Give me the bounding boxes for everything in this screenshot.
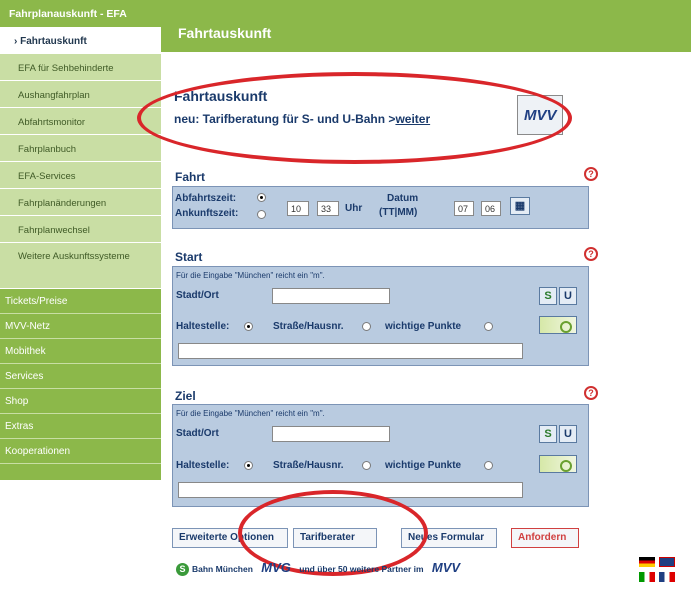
start-panel: Für die Eingabe "München" reicht ein "m"…	[172, 266, 589, 366]
sbahn-icon: S	[176, 563, 189, 576]
uhr-label: Uhr	[345, 203, 363, 214]
sidebar-item-weitere-auskunftssysteme[interactable]: Weitere Auskunftssysteme	[0, 243, 161, 289]
page-header: Fahrtauskunft	[161, 0, 691, 56]
ziel-help-icon[interactable]: ?	[584, 386, 598, 400]
departure-radio[interactable]	[257, 193, 266, 202]
page-title: Fahrtauskunft	[178, 25, 272, 41]
italian-flag-icon[interactable]	[639, 572, 655, 582]
start-poi-label: wichtige Punkte	[385, 321, 462, 332]
partners-text: und über 50 weitere Partner im	[299, 564, 424, 574]
fahrt-title: Fahrt	[175, 170, 205, 184]
ziel-city-label: Stadt/Ort	[176, 428, 219, 439]
start-stop-input[interactable]	[178, 343, 523, 359]
arrival-label: Ankunftszeit:	[175, 208, 239, 219]
ziel-stop-radio[interactable]	[244, 461, 253, 470]
sidebar-item-mvv-netz[interactable]: MVV-Netz	[0, 314, 161, 339]
minute-field[interactable]: 33	[317, 201, 339, 216]
start-help-icon[interactable]: ?	[584, 247, 598, 261]
ziel-poi-label: wichtige Punkte	[385, 460, 462, 471]
sidebar-item-fahrtauskunft[interactable]: › Fahrtauskunft	[0, 27, 161, 54]
departure-label: Abfahrtszeit:	[175, 193, 237, 204]
hour-field[interactable]: 10	[287, 201, 309, 216]
start-map-button[interactable]	[539, 316, 577, 334]
start-poi-radio[interactable]	[484, 322, 493, 331]
sidebar-item-efa-sehbehinderte[interactable]: EFA für Sehbehinderte	[0, 54, 161, 81]
ziel-map-button[interactable]	[539, 455, 577, 473]
ziel-hint: Für die Eingabe "München" reicht ein "m"…	[176, 409, 325, 418]
ziel-ubahn-button[interactable]: U	[559, 425, 577, 443]
german-flag-icon[interactable]	[639, 557, 655, 567]
request-button[interactable]: Anfordern	[511, 528, 579, 548]
ziel-sbahn-button[interactable]: S	[539, 425, 557, 443]
highlight-oval-banner	[137, 72, 572, 164]
ziel-panel: Für die Eingabe "München" reicht ein "m"…	[172, 404, 589, 507]
french-flag-icon[interactable]	[659, 572, 675, 582]
date-format-label: (TT|MM)	[379, 207, 418, 218]
sidebar-item-tickets-preise[interactable]: Tickets/Preise	[0, 289, 161, 314]
start-stop-radio[interactable]	[244, 322, 253, 331]
start-title: Start	[175, 250, 203, 264]
sidebar-item-extras[interactable]: Extras	[0, 414, 161, 439]
partners-mvv-logo: MVV	[431, 560, 461, 575]
ziel-title: Ziel	[175, 389, 196, 403]
sidebar-header: Fahrplanauskunft - EFA	[0, 0, 161, 27]
start-hint: Für die Eingabe "München" reicht ein "m"…	[176, 271, 325, 280]
sidebar-item-kooperationen[interactable]: Kooperationen	[0, 439, 161, 464]
month-field[interactable]: 06	[481, 201, 501, 216]
start-street-radio[interactable]	[362, 322, 371, 331]
ziel-street-radio[interactable]	[362, 461, 371, 470]
start-street-label: Straße/Hausnr.	[273, 321, 344, 332]
ziel-city-input[interactable]	[272, 426, 390, 442]
sidebar-item-fahrplanwechsel[interactable]: Fahrplanwechsel	[0, 216, 161, 243]
sidebar-item-efa-services[interactable]: EFA-Services	[0, 162, 161, 189]
sidebar-footer	[0, 464, 161, 480]
start-ubahn-button[interactable]: U	[559, 287, 577, 305]
sidebar-item-fahrplanaenderungen[interactable]: Fahrplanänderungen	[0, 189, 161, 216]
arrival-radio[interactable]	[257, 210, 266, 219]
start-city-label: Stadt/Ort	[176, 290, 219, 301]
calendar-icon[interactable]: ▦	[510, 197, 530, 215]
start-city-input[interactable]	[272, 288, 390, 304]
sbahn-label: Bahn München	[192, 564, 253, 574]
ziel-poi-radio[interactable]	[484, 461, 493, 470]
day-field[interactable]: 07	[454, 201, 474, 216]
start-sbahn-button[interactable]: S	[539, 287, 557, 305]
fahrt-help-icon[interactable]: ?	[584, 167, 598, 181]
mvg-logo: MVG	[261, 560, 291, 575]
ziel-street-label: Straße/Hausnr.	[273, 460, 344, 471]
sidebar-item-services[interactable]: Services	[0, 364, 161, 389]
sidebar-item-shop[interactable]: Shop	[0, 389, 161, 414]
partners-bar: S Bahn München MVG und über 50 weitere Pa…	[176, 560, 466, 576]
start-stop-label: Haltestelle:	[176, 321, 230, 332]
sidebar-item-fahrplanbuch[interactable]: Fahrplanbuch	[0, 135, 161, 162]
ziel-stop-label: Haltestelle:	[176, 460, 230, 471]
sidebar-item-mobithek[interactable]: Mobithek	[0, 339, 161, 364]
date-label: Datum	[387, 193, 419, 204]
english-flag-icon[interactable]	[659, 557, 675, 567]
fahrt-panel: Abfahrtszeit: Ankunftszeit: 10 33 Uhr Da…	[172, 186, 589, 229]
sidebar-item-aushangfahrplan[interactable]: Aushangfahrplan	[0, 81, 161, 108]
sidebar: Fahrplanauskunft - EFA › Fahrtauskunft E…	[0, 0, 161, 480]
